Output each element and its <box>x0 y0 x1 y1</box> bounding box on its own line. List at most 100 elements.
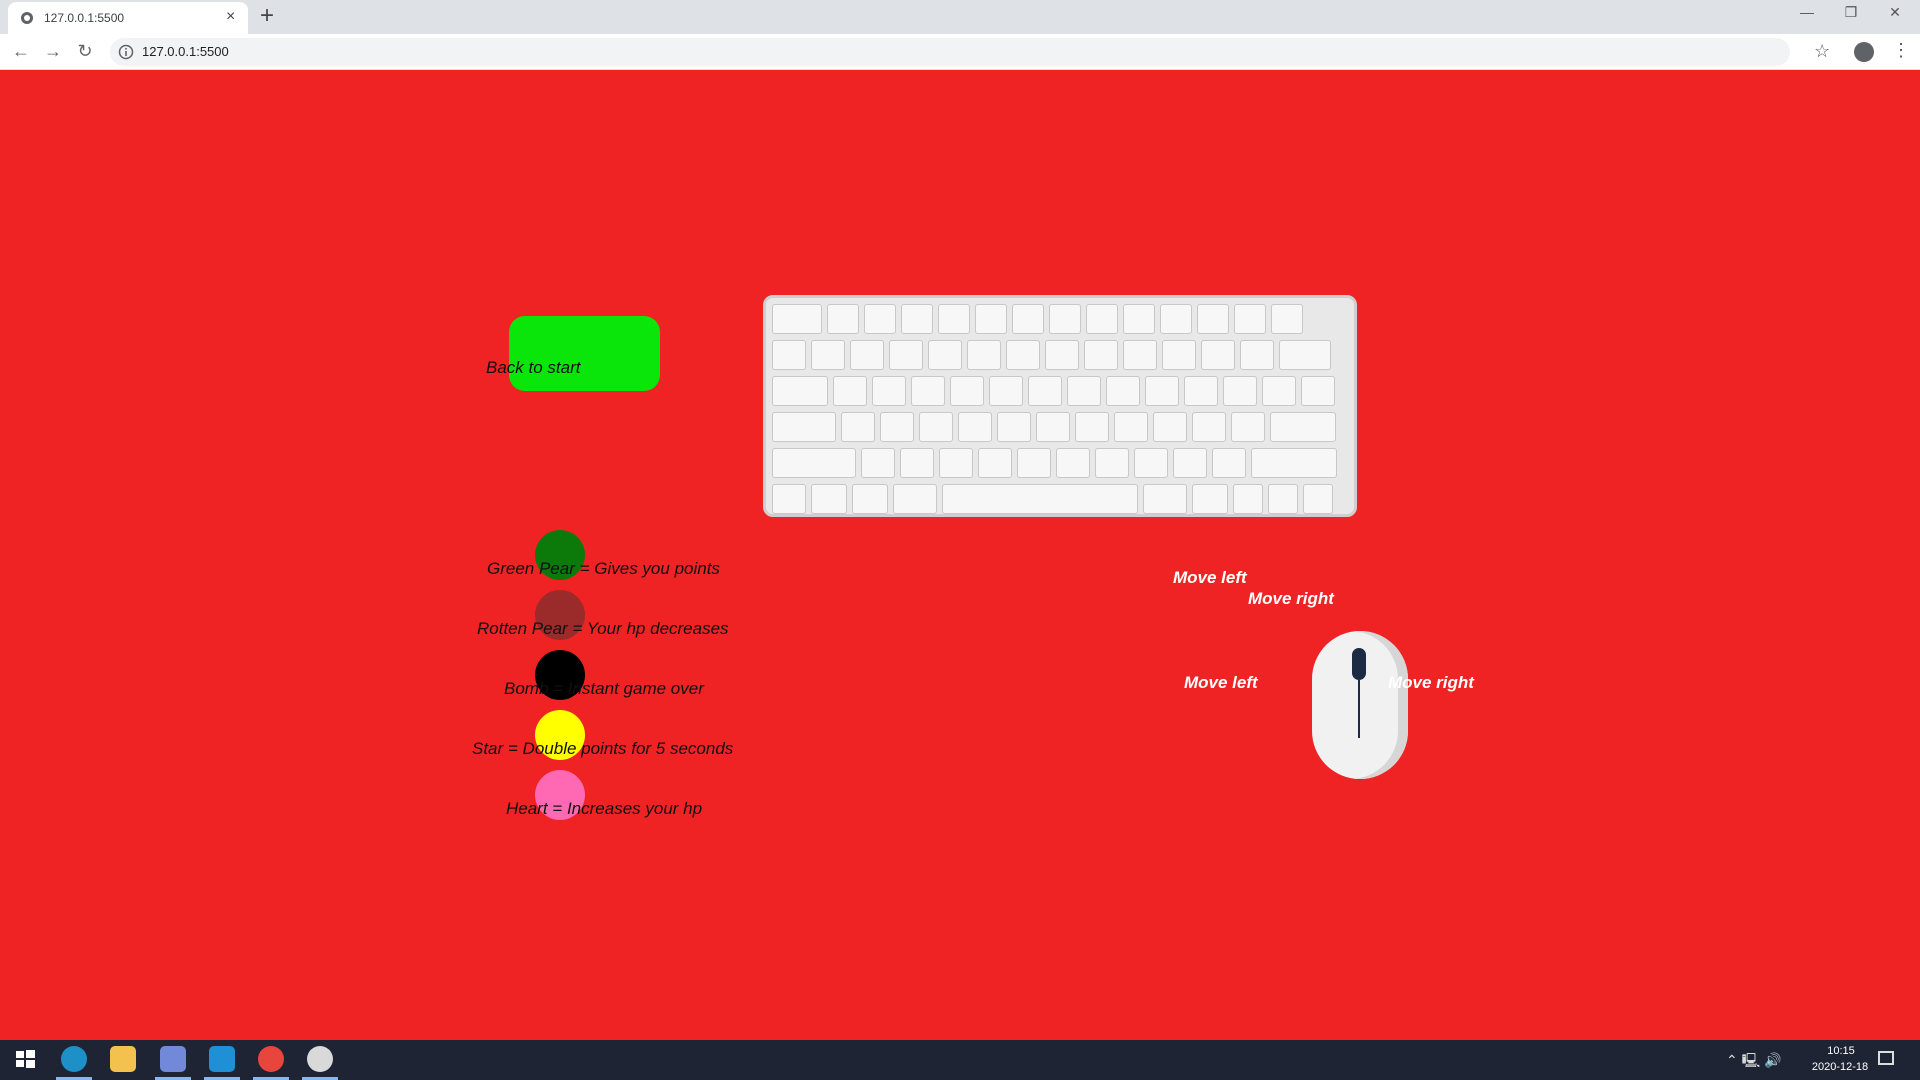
address-bar[interactable]: 127.0.0.1:5500 <box>110 38 1790 66</box>
keyboard-key <box>841 412 875 442</box>
keyboard-key <box>1095 448 1129 478</box>
keyboard-key <box>1084 340 1118 370</box>
browser-toolbar: ← → ↻ 127.0.0.1:5500 ☆ ⋮ <box>0 34 1920 70</box>
forward-arrow-icon[interactable]: → <box>42 41 64 63</box>
keyboard-key <box>1049 304 1081 334</box>
tab-close-icon[interactable]: × <box>226 8 235 26</box>
bookmark-star-icon[interactable]: ☆ <box>1814 42 1830 60</box>
paint-icon[interactable] <box>307 1046 333 1072</box>
keyboard-key <box>939 448 973 478</box>
keyboard-key <box>1303 484 1333 514</box>
clock-date[interactable]: 2020-12-18 <box>1800 1061 1880 1073</box>
keyboard-key <box>958 412 992 442</box>
url-text: 127.0.0.1:5500 <box>142 44 229 59</box>
keyboard-key <box>900 448 934 478</box>
keyboard-key <box>880 412 914 442</box>
keyboard-key <box>997 412 1031 442</box>
profile-avatar-icon[interactable] <box>1854 42 1874 62</box>
keyboard-key <box>1279 340 1331 370</box>
edge-icon[interactable] <box>61 1046 87 1072</box>
mouse-move-left-label: Move left <box>1184 673 1258 692</box>
keyboard-key <box>1045 340 1079 370</box>
windows-taskbar <box>0 1040 1920 1080</box>
keyboard-key <box>938 304 970 334</box>
keyboard-key <box>772 484 806 514</box>
info-icon <box>118 44 134 60</box>
keyboard-key <box>1268 484 1298 514</box>
reload-icon[interactable]: ↻ <box>74 41 96 63</box>
keyboard-key <box>1160 304 1192 334</box>
game-page <box>0 70 1920 1040</box>
mouse-divider <box>1358 680 1360 738</box>
notification-icon[interactable] <box>1878 1051 1894 1065</box>
mouse-move-right-label: Move right <box>1388 673 1474 692</box>
keyboard-key <box>772 340 806 370</box>
keyboard-key <box>1192 484 1228 514</box>
keyboard-key <box>1086 304 1118 334</box>
keyboard-image <box>763 295 1357 517</box>
keyboard-key <box>1153 412 1187 442</box>
legend-heart: Heart = Increases your hp <box>506 799 703 818</box>
keyboard-key <box>1184 376 1218 406</box>
keyboard-key <box>1301 376 1335 406</box>
minimize-icon[interactable]: — <box>1792 4 1822 20</box>
keyboard-key <box>1192 412 1226 442</box>
keyboard-key <box>1006 340 1040 370</box>
keyboard-key <box>1251 448 1337 478</box>
keyboard-key <box>1270 412 1336 442</box>
keyboard-key <box>1114 412 1148 442</box>
back-arrow-icon[interactable]: ← <box>10 41 32 63</box>
keyboard-key <box>1234 304 1266 334</box>
keyboard-key <box>1233 484 1263 514</box>
keyboard-key <box>1262 376 1296 406</box>
system-tray-icons[interactable]: ⌃ 🖳 🔊 <box>1726 1050 1782 1074</box>
chrome-icon[interactable] <box>258 1046 284 1072</box>
keyboard-key <box>772 448 856 478</box>
keyboard-key <box>901 304 933 334</box>
keyboard-key <box>975 304 1007 334</box>
discord-icon[interactable] <box>160 1046 186 1072</box>
back-to-start-button[interactable] <box>509 316 660 391</box>
file-explorer-icon[interactable] <box>110 1046 136 1072</box>
keyboard-key <box>1271 304 1303 334</box>
keyboard-move-right-label: Move right <box>1248 589 1334 608</box>
keyboard-key <box>1134 448 1168 478</box>
back-to-start-label[interactable]: Back to start <box>486 358 580 378</box>
legend-bomb: Bomb = Instant game over <box>504 679 704 698</box>
keyboard-key <box>1123 340 1157 370</box>
keyboard-key <box>1106 376 1140 406</box>
new-tab-icon[interactable]: + <box>260 4 274 28</box>
browser-menu-icon[interactable]: ⋮ <box>1892 40 1910 60</box>
keyboard-key <box>850 340 884 370</box>
keyboard-key <box>989 376 1023 406</box>
keyboard-key <box>1212 448 1246 478</box>
vscode-icon[interactable] <box>209 1046 235 1072</box>
legend-star: Star = Double points for 5 seconds <box>472 739 734 758</box>
keyboard-key <box>919 412 953 442</box>
legend-green-pear: Green Pear = Gives you points <box>487 559 720 578</box>
keyboard-key <box>1123 304 1155 334</box>
keyboard-key <box>1075 412 1109 442</box>
keyboard-key <box>1017 448 1051 478</box>
tab-title: 127.0.0.1:5500 <box>44 11 125 25</box>
keyboard-key <box>864 304 896 334</box>
keyboard-key <box>1067 376 1101 406</box>
keyboard-move-left-label: Move left <box>1173 568 1247 587</box>
window-close-icon[interactable]: ✕ <box>1880 4 1910 21</box>
keyboard-key <box>942 484 1138 514</box>
keyboard-key <box>833 376 867 406</box>
legend-rotten-pear: Rotten Pear = Your hp decreases <box>477 619 729 638</box>
keyboard-key <box>893 484 937 514</box>
clock-time[interactable]: 10:15 <box>1818 1045 1864 1057</box>
keyboard-key <box>1223 376 1257 406</box>
restore-icon[interactable]: ❐ <box>1836 4 1866 21</box>
keyboard-key <box>1028 376 1062 406</box>
keyboard-key <box>889 340 923 370</box>
windows-start-icon[interactable] <box>12 1046 38 1072</box>
keyboard-key <box>772 304 822 334</box>
browser-tab[interactable]: 127.0.0.1:5500 × <box>8 2 248 34</box>
keyboard-key <box>950 376 984 406</box>
keyboard-key <box>1240 340 1274 370</box>
keyboard-key <box>1231 412 1265 442</box>
keyboard-key <box>1162 340 1196 370</box>
